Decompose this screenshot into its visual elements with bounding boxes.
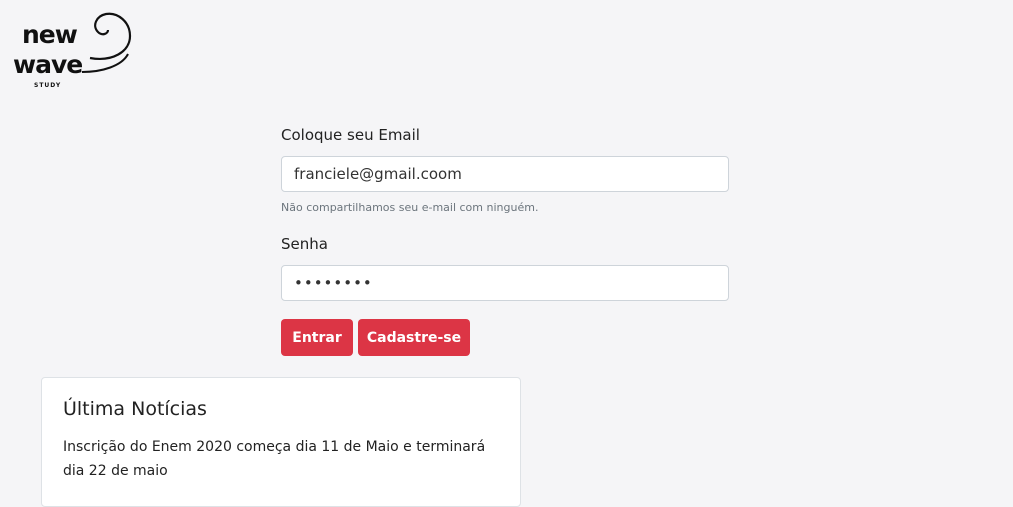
email-label: Coloque seu Email — [281, 126, 420, 144]
email-value: franciele@gmail.coom — [294, 165, 462, 183]
login-button[interactable]: Entrar — [281, 319, 353, 356]
logo-text-new: new — [22, 20, 78, 49]
logo-text-wave: wave — [13, 50, 83, 79]
logo[interactable]: new wave STUDY — [12, 10, 137, 92]
signup-button[interactable]: Cadastre-se — [358, 319, 470, 356]
logo-text-study: STUDY — [34, 82, 62, 89]
news-title: Última Notícias — [63, 398, 207, 420]
news-card: Última Notícias Inscrição do Enem 2020 c… — [41, 377, 521, 507]
news-text: Inscrição do Enem 2020 começa dia 11 de … — [63, 439, 486, 479]
password-value: •••••••• — [294, 274, 373, 292]
email-field[interactable]: franciele@gmail.coom — [281, 156, 729, 192]
password-field[interactable]: •••••••• — [281, 265, 729, 301]
password-label: Senha — [281, 235, 328, 253]
email-help-text: Não compartilhamos seu e-mail com ningué… — [281, 201, 539, 214]
